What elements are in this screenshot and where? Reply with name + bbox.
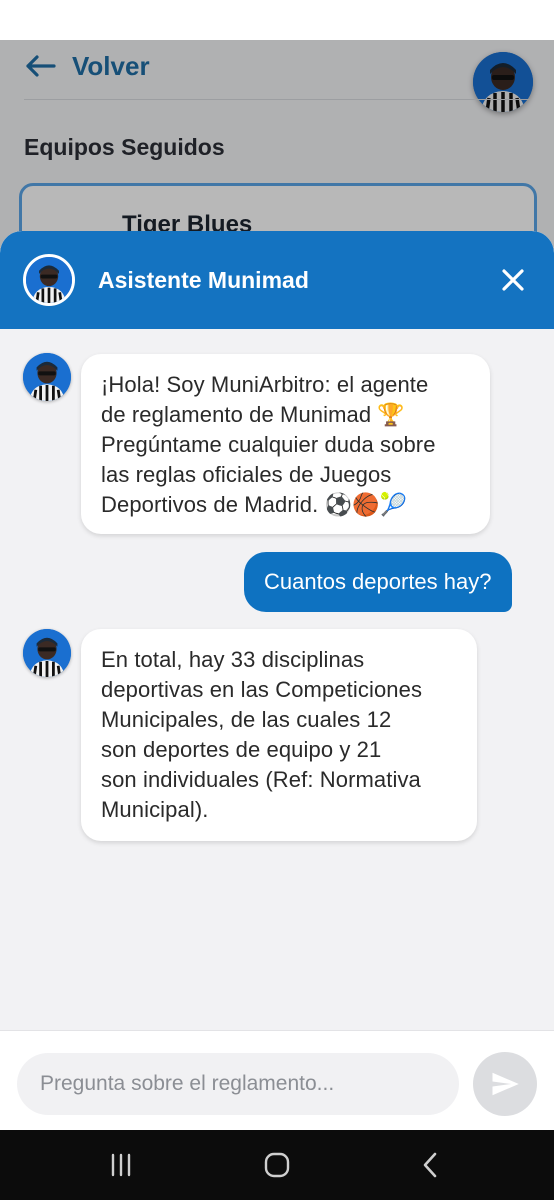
chevron-left-icon[interactable] [416,1150,446,1180]
bot-message-text: En total, hay 33 disciplinas deportivas … [101,647,423,822]
referee-avatar-icon [23,353,71,401]
bot-avatar [23,629,71,677]
close-icon[interactable] [497,264,529,296]
bot-message-bubble: ¡Hola! Soy MuniArbitro: el agente de reg… [81,354,490,534]
referee-avatar-icon [26,257,72,303]
home-icon[interactable] [262,1150,292,1180]
send-icon [492,1072,519,1096]
user-message-text: Cuantos deportes hay? [264,569,492,594]
status-bar [0,0,554,40]
chat-sheet: Asistente Munimad ¡Hola! Soy MuniArbitro… [0,231,554,1131]
system-nav-bar [0,1130,554,1200]
bot-message-text: ¡Hola! Soy MuniArbitro: el agente de reg… [101,372,436,517]
recents-icon[interactable] [106,1150,136,1180]
send-button[interactable] [473,1052,537,1116]
chat-title: Asistente Munimad [98,267,309,293]
chat-input-bar [0,1030,554,1130]
assistant-avatar [23,254,75,306]
bot-avatar [23,353,71,401]
user-message-bubble: Cuantos deportes hay? [244,552,512,612]
bot-message-bubble: En total, hay 33 disciplinas deportivas … [81,629,477,841]
referee-avatar-icon [23,629,71,677]
question-input[interactable] [17,1053,459,1115]
chat-header: Asistente Munimad [0,231,554,329]
